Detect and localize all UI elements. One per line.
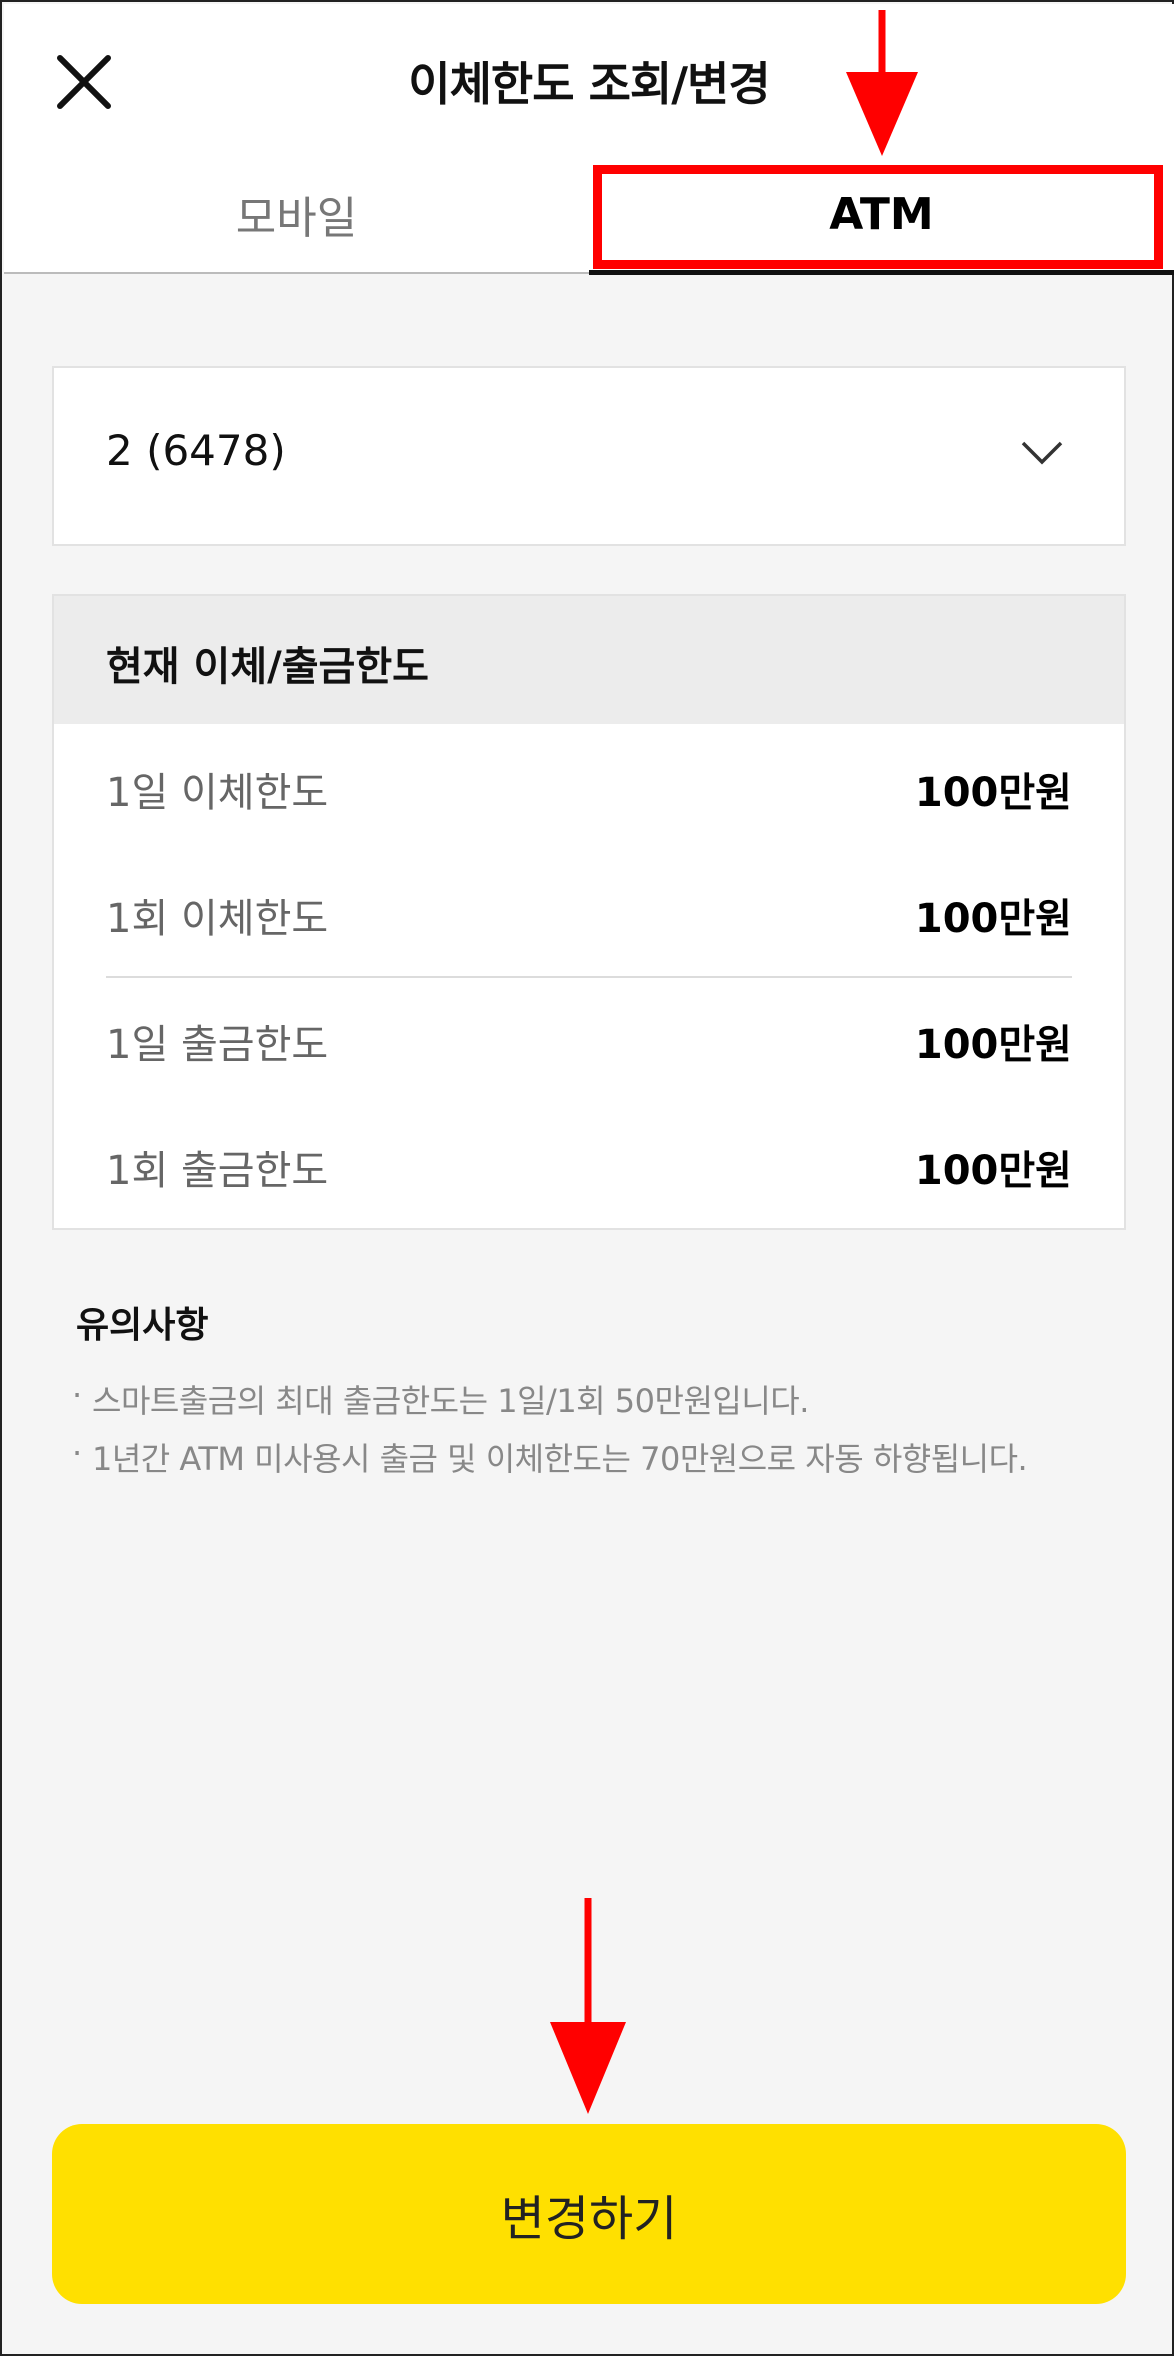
limit-value: 100만원 — [914, 1148, 1072, 1194]
arrow-down-icon — [846, 10, 918, 156]
active-tab-indicator — [589, 270, 1174, 275]
limit-label: 1회 출금한도 — [106, 1148, 329, 1194]
limits-divider — [106, 976, 1072, 978]
account-select[interactable]: 2 (6478) — [52, 366, 1126, 546]
note-item: · 스마트출금의 최대 출금한도는 1일/1회 50만원입니다. — [72, 1376, 809, 1422]
limit-label: 1일 출금한도 — [106, 1022, 329, 1068]
top-header: 이체한도 조회/변경 — [4, 4, 1174, 154]
arrow-down-icon — [550, 1898, 626, 2114]
note-item: · 1년간 ATM 미사용시 출금 및 이체한도는 70만원으로 자동 하향됩니… — [72, 1434, 1028, 1480]
limits-card: 현재 이체/출금한도 1일 이체한도 100만원 1회 이체한도 100만원 1… — [52, 594, 1126, 1230]
limit-label: 1일 이체한도 — [106, 770, 329, 816]
limit-row: 1일 이체한도 100만원 — [106, 760, 1072, 820]
limit-label: 1회 이체한도 — [106, 896, 329, 942]
limit-row: 1회 출금한도 100만원 — [106, 1138, 1072, 1198]
bullet-dot: · — [72, 1376, 82, 1414]
bullet-dot: · — [72, 1434, 82, 1472]
limit-value: 100만원 — [914, 1022, 1072, 1068]
note-text: 스마트출금의 최대 출금한도는 1일/1회 50만원입니다. — [92, 1382, 809, 1420]
limits-header: 현재 이체/출금한도 — [54, 596, 1124, 724]
note-text: 1년간 ATM 미사용시 출금 및 이체한도는 70만원으로 자동 하향됩니다. — [92, 1440, 1028, 1478]
page-title: 이체한도 조회/변경 — [408, 57, 770, 111]
limit-value: 100만원 — [914, 896, 1072, 942]
highlight-box — [593, 165, 1163, 269]
change-button[interactable]: 변경하기 — [52, 2124, 1126, 2304]
account-value: 2 (6478) — [106, 426, 286, 475]
limit-row: 1회 이체한도 100만원 — [106, 886, 1072, 946]
notes-title: 유의사항 — [76, 1305, 209, 1346]
tab-mobile[interactable]: 모바일 — [4, 154, 589, 274]
chevron-down-icon — [1021, 441, 1063, 465]
limits-heading: 현재 이체/출금한도 — [106, 644, 429, 690]
app-screen: 이체한도 조회/변경 모바일 ATM 2 (6478) 현재 이체/출금한도 1… — [0, 0, 1174, 2356]
limit-row: 1일 출금한도 100만원 — [106, 1012, 1072, 1072]
limit-value: 100만원 — [914, 770, 1072, 816]
